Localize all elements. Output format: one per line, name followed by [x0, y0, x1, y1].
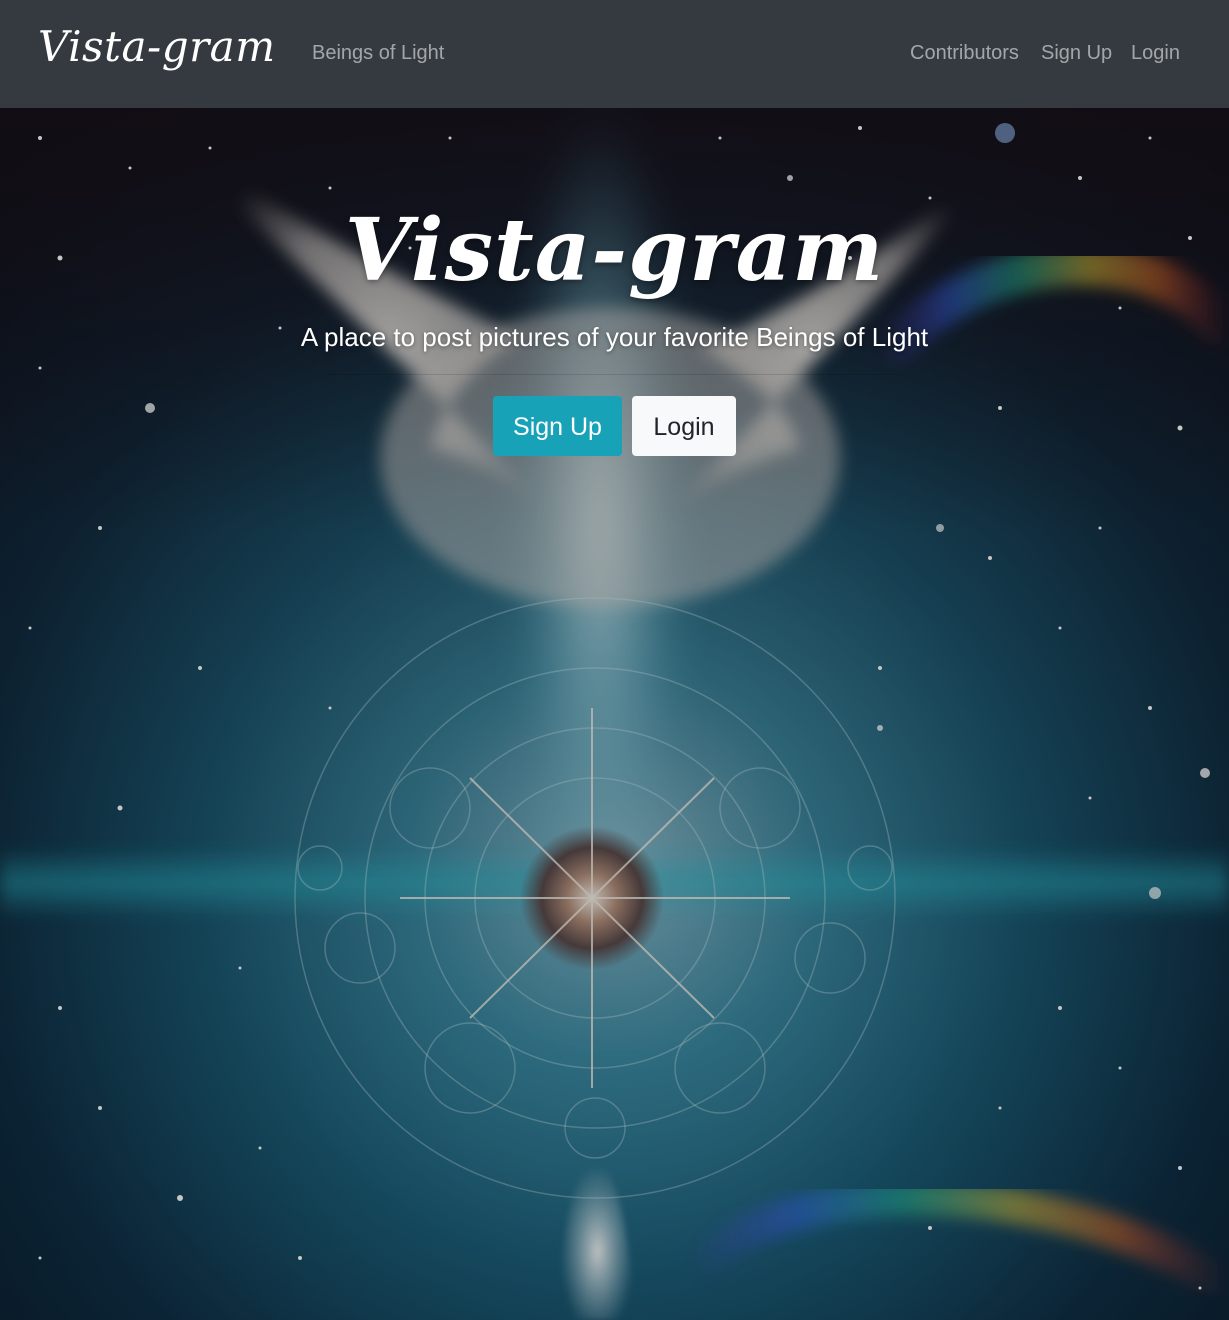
nav-link-login[interactable]: Login	[1131, 42, 1180, 65]
top-navbar: Vista-gram Beings of Light Contributors …	[0, 0, 1229, 108]
login-button[interactable]: Login	[632, 396, 736, 456]
nav-link-contributors[interactable]: Contributors	[910, 42, 1019, 65]
sign-up-button[interactable]: Sign Up	[493, 396, 622, 456]
hero-divider	[329, 374, 901, 375]
hero-section: Vista-gram A place to post pictures of y…	[0, 108, 1229, 1320]
nav-link-beings-of-light[interactable]: Beings of Light	[312, 42, 444, 65]
hero-tagline: A place to post pictures of your favorit…	[300, 322, 929, 352]
landing-page: Vista-gram Beings of Light Contributors …	[0, 0, 1229, 1320]
brand-logo-link[interactable]: Vista-gram	[38, 22, 276, 71]
hero-title: Vista-gram	[344, 200, 885, 301]
nav-link-sign-up[interactable]: Sign Up	[1041, 42, 1112, 65]
